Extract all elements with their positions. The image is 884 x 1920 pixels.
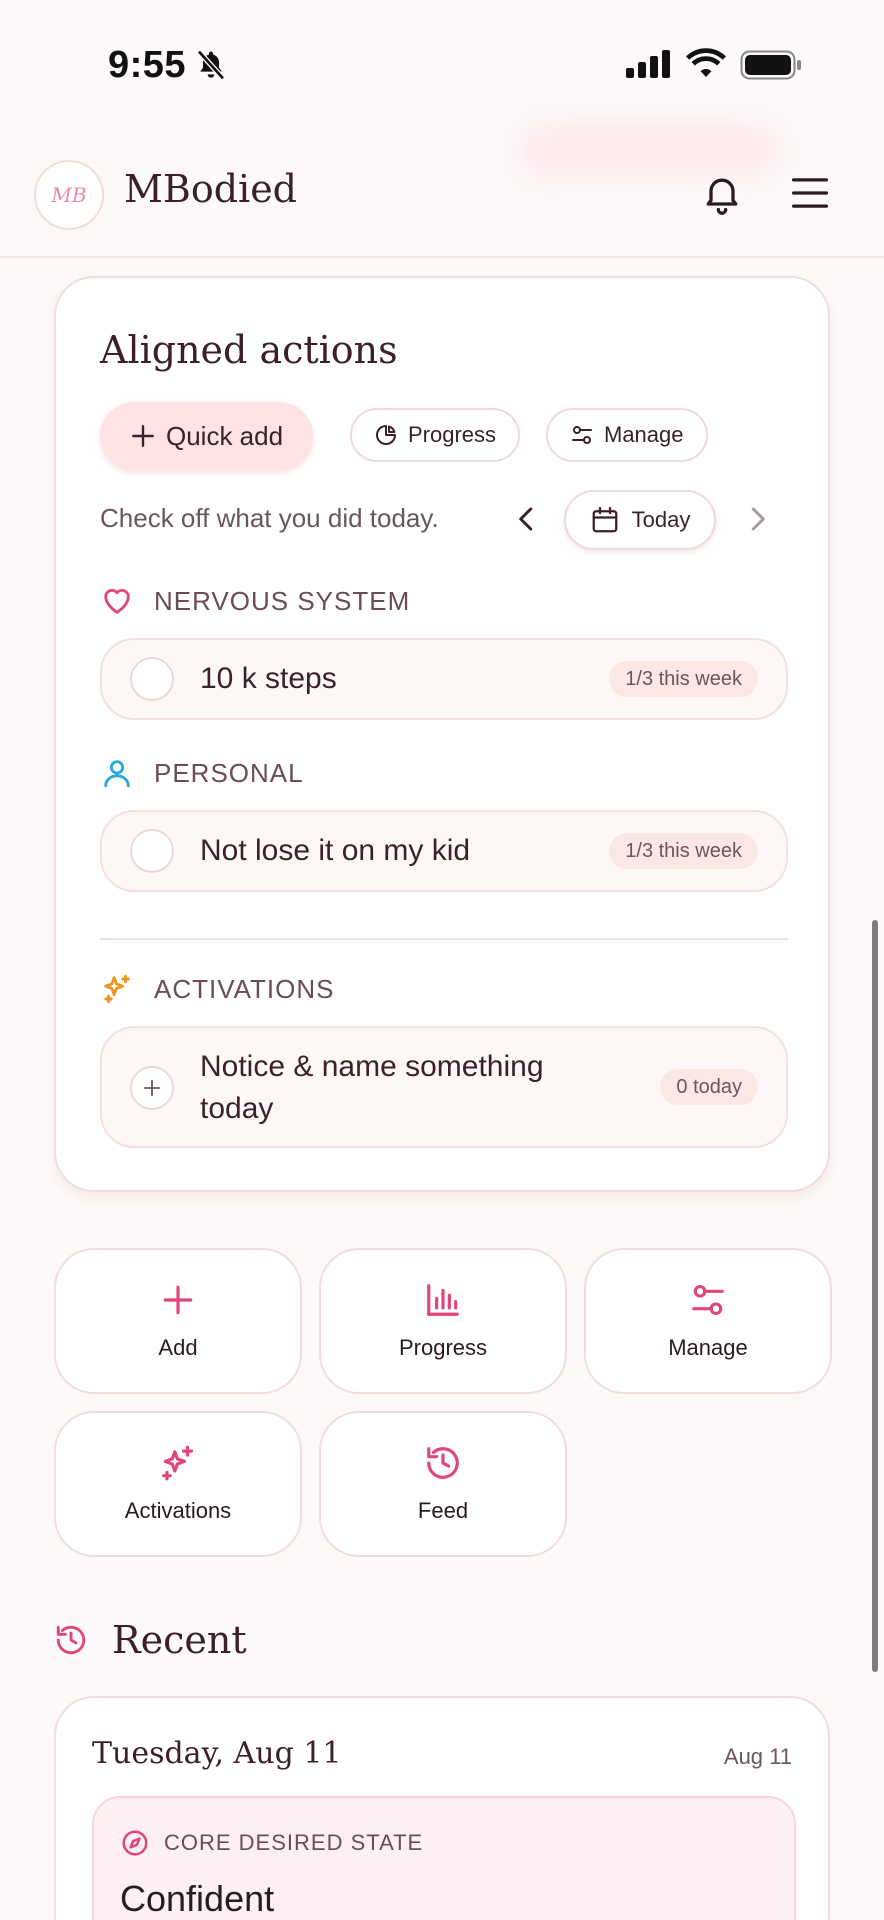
chevron-right-icon[interactable] (742, 504, 772, 534)
progress-label: Progress (408, 422, 497, 447)
tile-label: Progress (398, 1335, 488, 1360)
plus-icon (163, 1285, 193, 1315)
add-tile[interactable]: Add (54, 1248, 302, 1394)
section-personal: PERSONAL (100, 756, 304, 790)
menu-icon[interactable] (790, 175, 830, 211)
action-label: Not lose it on my kid (200, 834, 471, 867)
history-icon (56, 1625, 86, 1655)
manage-label: Manage (604, 422, 684, 447)
status-time: 9:55 (108, 44, 187, 86)
action-row[interactable]: Not lose it on my kid 1/3 this week (100, 810, 788, 892)
battery-icon (740, 50, 801, 80)
recent-title: Recent (112, 1618, 247, 1662)
section-label: NERVOUS SYSTEM (154, 585, 411, 616)
calendar-icon (592, 507, 618, 533)
manage-tile[interactable]: Manage (584, 1248, 832, 1394)
recent-entry[interactable]: CORE DESIRED STATE Confident (92, 1796, 796, 1920)
section-divider (100, 938, 788, 940)
header-glow (520, 125, 780, 175)
section-activations: ACTIVATIONS (100, 972, 335, 1006)
card-subtitle: Check off what you did today. (100, 503, 439, 533)
plus-icon (132, 425, 154, 447)
weekly-count-badge: 1/3 this week (609, 833, 758, 869)
status-bar: 9:55 (0, 0, 884, 125)
brand-logo[interactable]: MB (34, 160, 104, 230)
person-icon (104, 760, 130, 788)
section-label: PERSONAL (154, 757, 304, 788)
check-circle[interactable] (130, 829, 174, 873)
recent-day-short: Aug 11 (723, 1744, 792, 1769)
action-row[interactable]: 10 k steps 1/3 this week (100, 638, 788, 720)
date-picker-button[interactable]: Today (564, 490, 716, 550)
entry-kind-label: CORE DESIRED STATE (164, 1830, 424, 1855)
plus-icon (143, 1079, 161, 1097)
sparkles-icon (162, 1445, 194, 1481)
tile-label: Feed (417, 1498, 469, 1523)
card-title: Aligned actions (100, 328, 398, 372)
entry-value: Confident (120, 1878, 275, 1919)
activations-tile[interactable]: Activations (54, 1411, 302, 1557)
progress-button[interactable]: Progress (350, 408, 521, 462)
bell-slash-icon (197, 49, 225, 81)
action-label: Notice & name something today (200, 1050, 544, 1125)
add-circle[interactable] (130, 1066, 174, 1110)
bar-chart-icon (427, 1284, 459, 1316)
scrollbar[interactable] (872, 920, 878, 1672)
recent-header: Recent (54, 1618, 247, 1662)
quick-add-label: Quick add (166, 420, 284, 451)
quick-add-button[interactable]: Quick add (100, 402, 314, 470)
cellular-signal-icon (626, 50, 670, 78)
aligned-actions-card: Aligned actions Quick add Progress Manag… (54, 276, 830, 1192)
action-label: 10 k steps (200, 662, 337, 695)
tile-label: Manage (668, 1335, 748, 1360)
section-label: ACTIVATIONS (154, 973, 335, 1004)
recent-day-card: Tuesday, Aug 11 Aug 11 CORE DESIRED STAT… (54, 1696, 830, 1920)
tile-label: Add (158, 1335, 198, 1360)
action-row[interactable]: Notice & name something today 0 today (100, 1026, 788, 1148)
brand-name: MBodied (124, 167, 298, 211)
progress-tile[interactable]: Progress (319, 1248, 567, 1394)
chevron-left-icon[interactable] (512, 504, 542, 534)
sparkles-icon (104, 974, 130, 1004)
history-icon (427, 1447, 459, 1479)
compass-icon (122, 1830, 148, 1856)
sliders-icon (572, 426, 592, 444)
daily-count-badge: 0 today (660, 1069, 758, 1105)
manage-button[interactable]: Manage (546, 408, 708, 462)
entry-kind: CORE DESIRED STATE (120, 1828, 423, 1858)
app-header: MB MBodied (0, 125, 884, 258)
wifi-icon (686, 48, 726, 77)
check-circle[interactable] (130, 657, 174, 701)
section-nervous-system: NERVOUS SYSTEM (100, 584, 410, 618)
pie-chart-icon (376, 425, 396, 445)
date-label: Today (631, 507, 691, 532)
sliders-icon (692, 1284, 724, 1316)
feed-tile[interactable]: Feed (319, 1411, 567, 1557)
weekly-count-badge: 1/3 this week (609, 661, 758, 697)
notifications-bell-icon[interactable] (700, 169, 744, 217)
tile-label: Activations (124, 1498, 232, 1523)
recent-day-title: Tuesday, Aug 11 (92, 1736, 342, 1771)
heart-icon (104, 589, 130, 614)
